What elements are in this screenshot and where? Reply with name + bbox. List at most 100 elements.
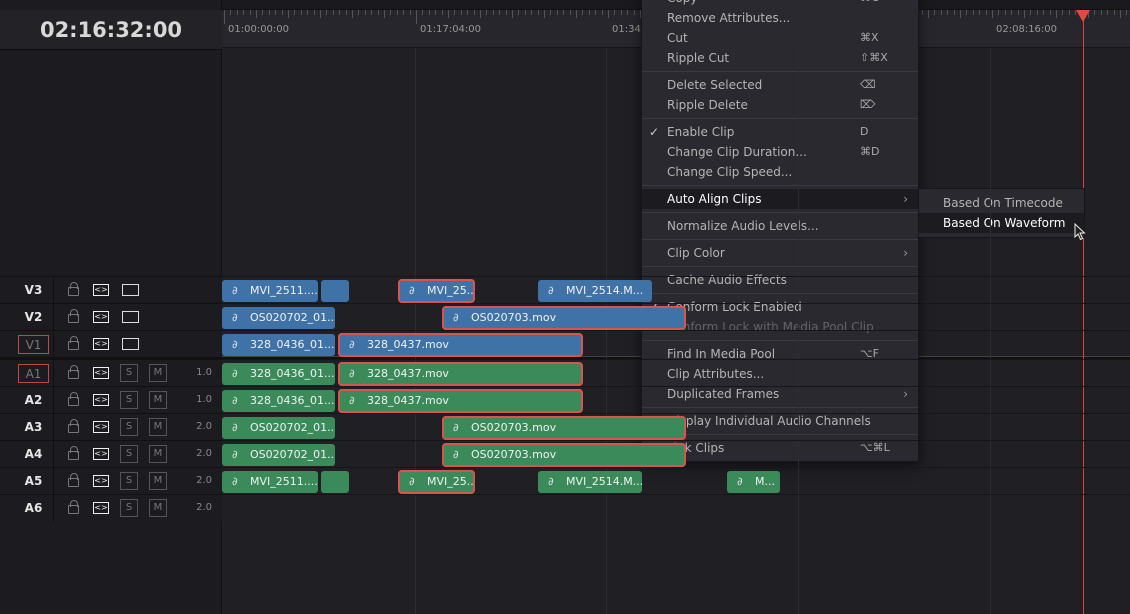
solo-button[interactable]: S — [120, 445, 138, 463]
clip[interactable]: ∂ M... — [727, 471, 780, 493]
lock-icon[interactable] — [68, 392, 79, 406]
ruler-tick — [1004, 10, 1006, 15]
auto-select-icon[interactable]: <> — [93, 338, 109, 350]
mute-button[interactable]: M — [149, 364, 167, 382]
clip[interactable]: ∂ MVI_2514.M... — [538, 471, 642, 493]
film-icon[interactable] — [122, 284, 139, 296]
clip[interactable]: ∂ MVI_2511.... — [222, 280, 318, 302]
track-target-v3[interactable]: V3 — [18, 281, 49, 300]
clip[interactable]: ∂ OS020702_01... — [222, 417, 335, 439]
clip[interactable]: ∂ 328_0437.mov — [338, 333, 583, 357]
track-target-v2[interactable]: V2 — [18, 308, 49, 327]
menu-item-copy[interactable]: Copy ⌘C — [642, 0, 918, 8]
track-target-a4[interactable]: A4 — [18, 445, 49, 464]
clip[interactable]: ∂ 328_0437.mov — [338, 362, 583, 386]
track-lane: ∂ OS020702_01... ∂ OS020703.mov — [222, 303, 1130, 330]
menu-item-normalize-audio-levels[interactable]: Normalize Audio Levels... — [642, 216, 918, 236]
track-target-v1[interactable]: V1 — [18, 335, 49, 354]
menu-item-change-clip-duration[interactable]: Change Clip Duration... ⌘D — [642, 142, 918, 162]
menu-item-ripple-delete[interactable]: Ripple Delete ⌦ — [642, 95, 918, 115]
clip[interactable]: ∂ MVI_25... — [398, 470, 475, 494]
mute-button[interactable]: M — [149, 391, 167, 409]
menu-item-based-on-waveform[interactable]: Based On Waveform — [919, 213, 1084, 233]
menu-item-cut[interactable]: Cut ⌘X — [642, 28, 918, 48]
lock-icon[interactable] — [68, 309, 79, 323]
playhead-handle[interactable] — [1076, 10, 1090, 22]
clip[interactable] — [321, 471, 349, 493]
film-icon[interactable] — [122, 338, 139, 350]
menu-item-change-clip-speed[interactable]: Change Clip Speed... — [642, 162, 918, 182]
auto-select-icon[interactable]: <> — [93, 448, 109, 460]
divider — [53, 387, 54, 414]
clip[interactable] — [321, 280, 349, 302]
clip[interactable]: ∂ OS020703.mov — [442, 416, 686, 440]
auto-select-icon[interactable]: <> — [93, 284, 109, 296]
auto-select-icon[interactable]: <> — [93, 502, 109, 514]
solo-button[interactable]: S — [120, 391, 138, 409]
lock-icon[interactable] — [68, 419, 79, 433]
lock-icon[interactable] — [68, 446, 79, 460]
solo-button[interactable]: S — [120, 499, 138, 517]
mute-button[interactable]: M — [149, 418, 167, 436]
link-icon: ∂ — [409, 284, 415, 297]
menu-item-enable-clip[interactable]: ✓ Enable Clip D — [642, 122, 918, 142]
ruler-tick — [1024, 10, 1025, 18]
track-lane: ∂ 328_0436_01.... ∂ 328_0437.mov — [222, 330, 1130, 357]
clip[interactable]: ∂ MVI_2514.M... — [538, 280, 652, 302]
menu-item-label: Change Clip Duration... — [667, 145, 807, 159]
lock-icon[interactable] — [68, 282, 79, 296]
auto-select-icon[interactable]: <> — [93, 394, 109, 406]
divider — [53, 441, 54, 468]
lock-icon[interactable] — [68, 473, 79, 487]
chevron-right-icon: › — [903, 192, 908, 206]
auto-select-icon[interactable]: <> — [93, 421, 109, 433]
track-target-a1[interactable]: A1 — [18, 364, 49, 383]
menu-item-remove-attributes[interactable]: Remove Attributes... — [642, 8, 918, 28]
ruler-tick — [281, 10, 283, 15]
link-icon: ∂ — [349, 394, 355, 407]
solo-button[interactable]: S — [120, 472, 138, 490]
clip[interactable]: ∂ 328_0436_01.... — [222, 363, 335, 385]
ruler-tick — [1113, 10, 1115, 15]
clip[interactable]: ∂ 328_0437.mov — [338, 389, 583, 413]
clip[interactable]: ∂ MVI_25... — [398, 279, 475, 303]
mute-button[interactable]: M — [149, 472, 167, 490]
menu-item-shortcut: ⌘C — [860, 0, 879, 8]
menu-item-auto-align-clips[interactable]: Auto Align Clips › — [642, 189, 918, 209]
clip[interactable]: ∂ OS020702_01... — [222, 444, 335, 466]
clip[interactable]: ∂ OS020703.mov — [442, 306, 686, 330]
ruler-tick — [332, 10, 334, 15]
film-icon[interactable] — [122, 311, 139, 323]
lock-icon[interactable] — [68, 336, 79, 350]
menu-item-label: Copy — [667, 0, 697, 5]
menu-item-based-on-timecode[interactable]: Based On Timecode — [919, 193, 1084, 213]
auto-select-icon[interactable]: <> — [93, 475, 109, 487]
ruler-tick — [249, 10, 251, 15]
solo-button[interactable]: S — [120, 364, 138, 382]
mute-button[interactable]: M — [149, 445, 167, 463]
mute-button[interactable]: M — [149, 499, 167, 517]
clip[interactable]: ∂ 328_0436_01.... — [222, 334, 335, 356]
clip[interactable]: ∂ OS020703.mov — [442, 443, 686, 467]
menu-item-clip-color[interactable]: Clip Color › — [642, 243, 918, 263]
lock-icon[interactable] — [68, 365, 79, 379]
track-target-a3[interactable]: A3 — [18, 418, 49, 437]
menu-item-delete-selected[interactable]: Delete Selected ⌫ — [642, 75, 918, 95]
clip[interactable]: ∂ 328_0436_01.... — [222, 390, 335, 412]
ruler-tick — [940, 10, 942, 15]
link-icon: ∂ — [453, 448, 459, 461]
divider — [53, 331, 54, 358]
track-target-a6[interactable]: A6 — [18, 499, 49, 518]
clip[interactable]: ∂ MVI_2511.... — [222, 471, 318, 493]
divider — [53, 414, 54, 441]
solo-button[interactable]: S — [120, 418, 138, 436]
ruler-label: 01:00:00:00 — [228, 24, 290, 35]
clip[interactable]: ∂ OS020702_01... — [222, 307, 335, 329]
track-target-a2[interactable]: A2 — [18, 391, 49, 410]
track-target-a5[interactable]: A5 — [18, 472, 49, 491]
menu-item-ripple-cut[interactable]: Ripple Cut ⇧⌘X — [642, 48, 918, 68]
track-lane: ∂ OS020702_01... ∂ OS020703.mov — [222, 440, 1130, 467]
auto-select-icon[interactable]: <> — [93, 311, 109, 323]
auto-select-icon[interactable]: <> — [93, 367, 109, 379]
lock-icon[interactable] — [68, 500, 79, 514]
